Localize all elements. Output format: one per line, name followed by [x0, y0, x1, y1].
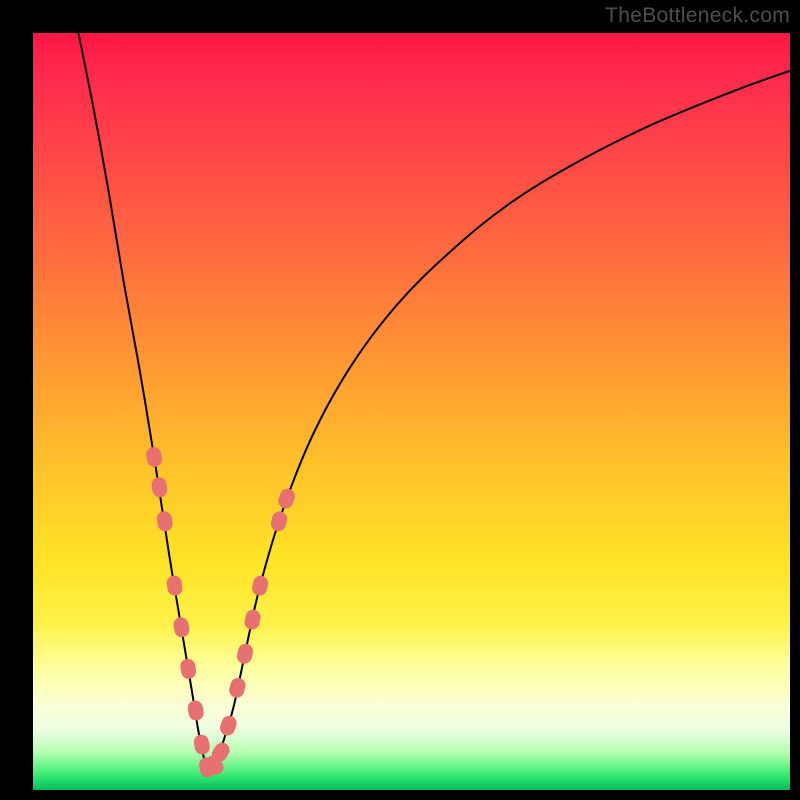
marker-layer — [145, 446, 297, 779]
marker-point — [269, 510, 289, 533]
marker-point — [235, 642, 254, 665]
bottleneck-curve — [78, 33, 790, 769]
marker-point — [187, 699, 205, 721]
marker-point — [228, 676, 247, 699]
curve-layer — [78, 33, 790, 769]
marker-point — [172, 616, 190, 638]
marker-point — [251, 574, 270, 597]
marker-point — [243, 608, 262, 631]
chart-svg — [33, 33, 790, 790]
plot-area — [33, 33, 790, 790]
chart-frame: TheBottleneck.com — [0, 0, 800, 800]
marker-point — [276, 487, 297, 511]
marker-point — [145, 446, 163, 468]
marker-point — [218, 714, 239, 738]
marker-point — [156, 510, 174, 532]
marker-point — [166, 575, 184, 597]
marker-point — [192, 733, 211, 756]
watermark-text: TheBottleneck.com — [605, 4, 790, 28]
marker-point — [150, 476, 168, 498]
marker-point — [179, 658, 197, 680]
